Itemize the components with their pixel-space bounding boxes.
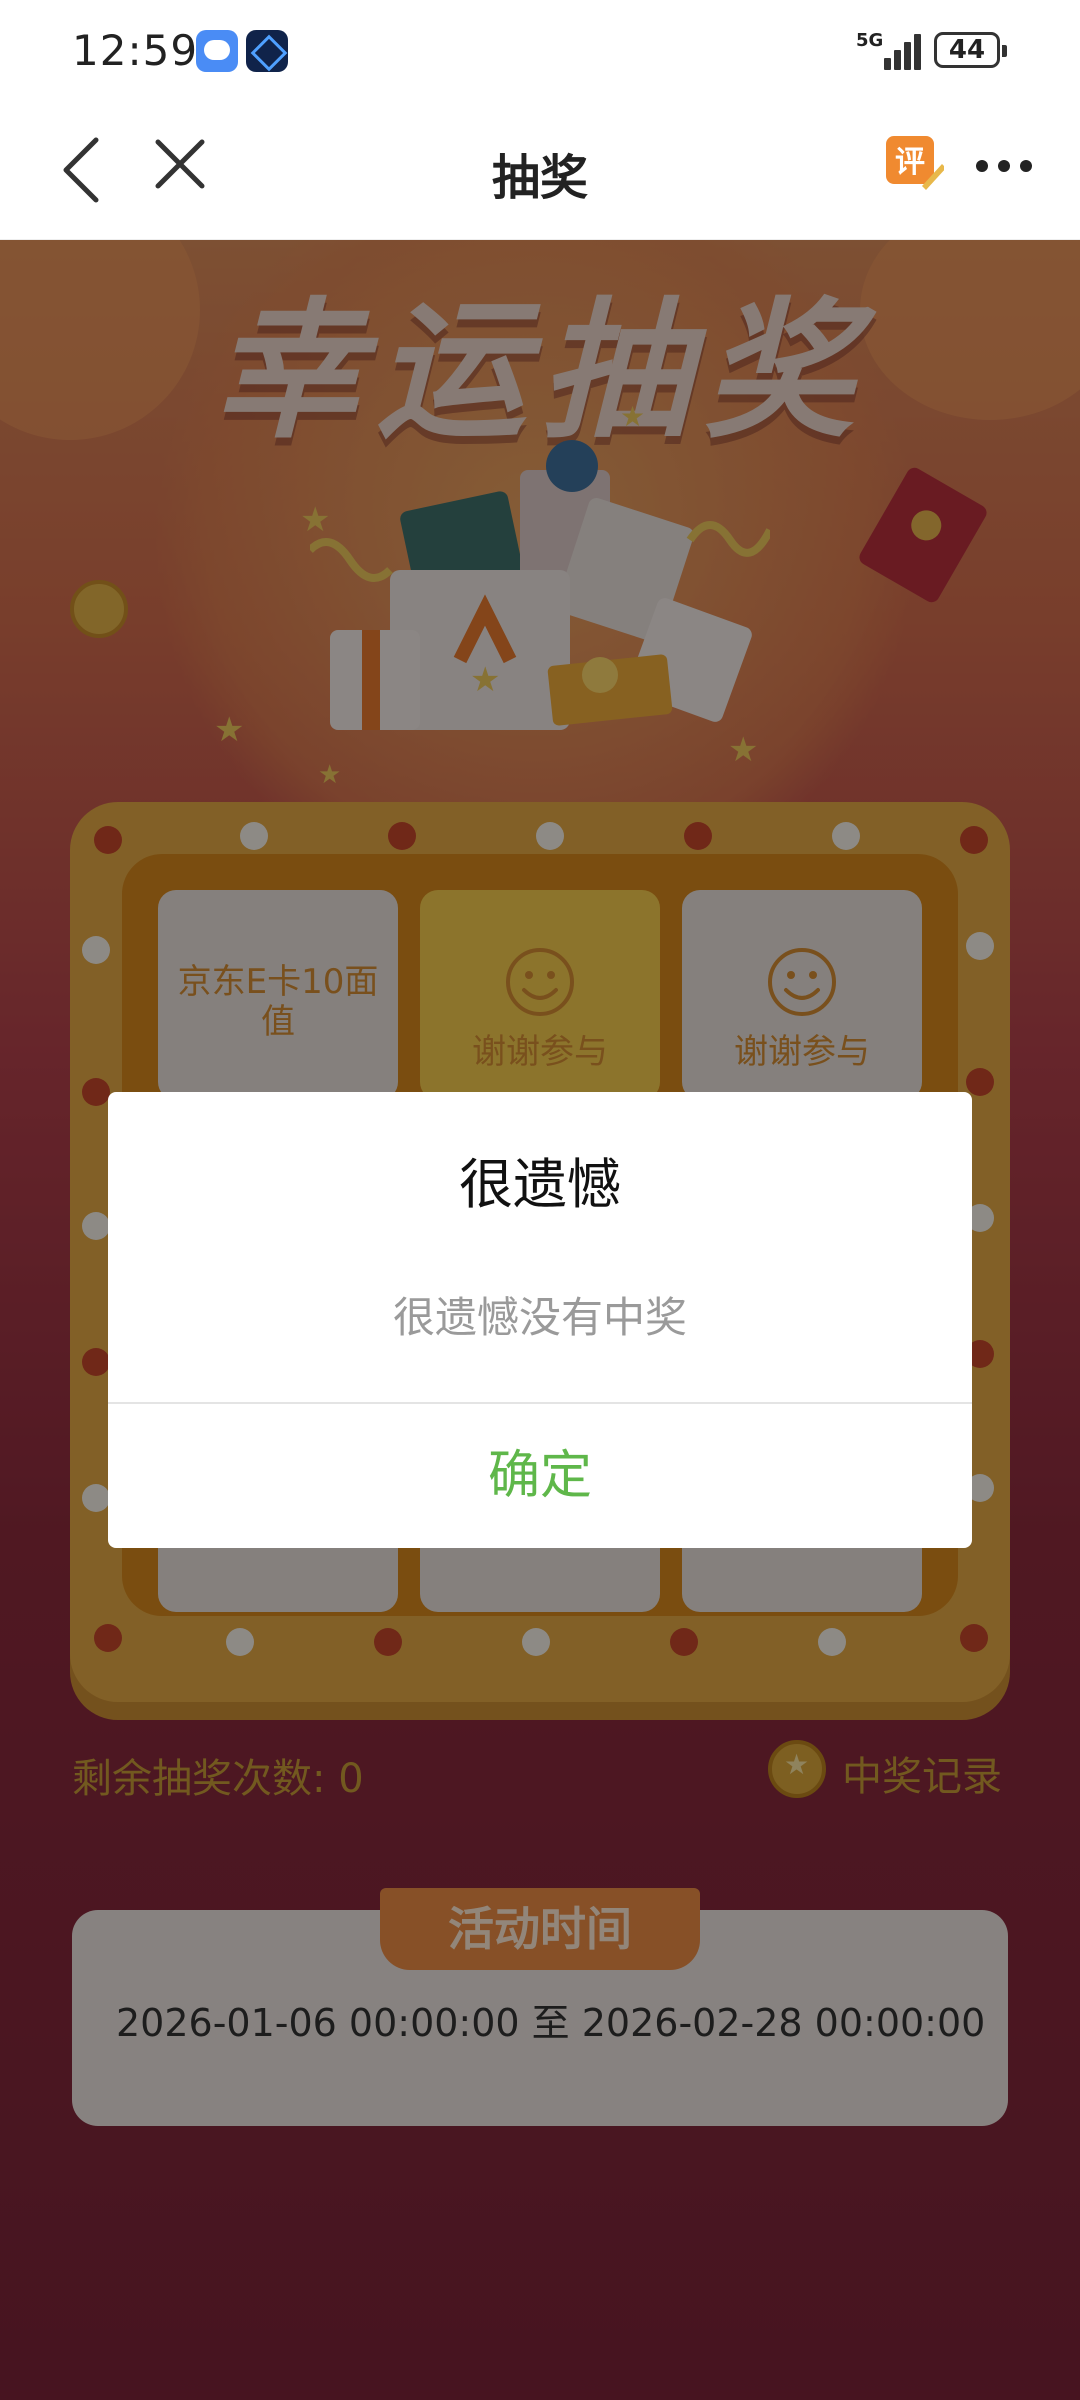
cube-app-icon	[246, 30, 288, 72]
result-dialog: 很遗憾 很遗憾没有中奖 确定	[108, 1092, 972, 1548]
more-icon[interactable]	[976, 158, 1032, 178]
confirm-button[interactable]: 确定	[108, 1404, 972, 1548]
battery-icon: 44	[934, 32, 1007, 68]
status-bar: 12:59 5G 44	[0, 0, 1080, 100]
review-icon[interactable]: 评	[884, 132, 944, 192]
status-time: 12:59	[72, 26, 199, 75]
dialog-title: 很遗憾	[459, 1153, 621, 1216]
message-app-icon	[196, 30, 238, 72]
review-icon-label: 评	[895, 145, 925, 180]
dialog-message: 很遗憾没有中奖	[392, 1293, 687, 1342]
nav-bar: 抽奖 评	[0, 100, 1080, 240]
signal-icon	[872, 30, 924, 70]
